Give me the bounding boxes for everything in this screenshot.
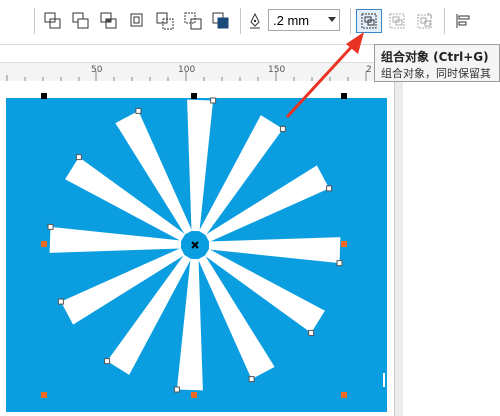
selection-handle[interactable]: [191, 392, 197, 398]
node-marker: [279, 125, 286, 132]
tooltip-description: 组合对象，同时保留其: [381, 67, 491, 80]
weld-button[interactable]: [40, 9, 66, 33]
tooltip-title: 组合对象 (Ctrl+G): [381, 50, 489, 64]
property-toolbar: .2 mm: [0, 0, 500, 45]
docker-panel: [403, 82, 500, 416]
node-marker: [75, 154, 82, 161]
ungroup-all-button[interactable]: [412, 9, 438, 33]
ruler-ticks: [6, 71, 385, 81]
toolbar-separator: [350, 8, 351, 34]
selection-handle[interactable]: [191, 93, 197, 99]
selection-handle[interactable]: [341, 93, 347, 99]
intersect-button[interactable]: [96, 9, 122, 33]
node-marker: [326, 185, 333, 192]
front-minus-back-icon: [156, 12, 174, 30]
simplify-button[interactable]: [124, 9, 150, 33]
front-minus-back-button[interactable]: [152, 9, 178, 33]
node-marker: [173, 386, 180, 393]
align-distribute-button[interactable]: [450, 9, 476, 33]
trim-icon: [72, 12, 89, 29]
vertical-scrollbar[interactable]: [394, 44, 403, 416]
edge-marker: [383, 373, 385, 387]
node-marker: [47, 223, 54, 230]
ungroup-all-icon: [417, 12, 433, 29]
ungroup-objects-button[interactable]: [384, 9, 410, 33]
weld-icon: [44, 12, 61, 29]
align-distribute-icon: [456, 14, 470, 28]
node-marker: [210, 97, 217, 104]
ruler-label: 2: [366, 65, 372, 75]
selection-handle[interactable]: [41, 241, 47, 247]
back-minus-front-button[interactable]: [180, 9, 206, 33]
ruler-label: 100: [178, 65, 196, 75]
group-objects-icon: [361, 13, 377, 29]
ruler-label: 50: [91, 65, 103, 75]
node-marker: [135, 107, 142, 114]
create-boundary-button[interactable]: [208, 9, 234, 33]
create-boundary-icon: [212, 12, 229, 29]
ruler-label: 150: [268, 65, 286, 75]
node-marker: [308, 329, 315, 336]
selection-handle[interactable]: [341, 241, 347, 247]
selection-handle[interactable]: [41, 392, 47, 398]
toolbar-separator: [240, 8, 241, 34]
outline-width-select[interactable]: .2 mm: [268, 9, 340, 31]
pen-nib-icon: [250, 12, 260, 29]
toolbar-separator: [444, 8, 445, 34]
group-objects-button[interactable]: [356, 9, 382, 33]
simplify-icon: [130, 13, 143, 27]
selection-handle[interactable]: [341, 392, 347, 398]
chevron-down-icon[interactable]: [325, 10, 339, 30]
outline-pen-button[interactable]: [244, 9, 266, 33]
selection-handle[interactable]: [41, 93, 47, 99]
horizontal-ruler[interactable]: 50 100 150 2: [0, 62, 394, 82]
intersect-icon: [100, 12, 117, 29]
node-marker: [248, 376, 255, 383]
node-marker: [336, 260, 343, 267]
node-marker: [57, 298, 64, 305]
outline-width-value: .2 mm: [273, 12, 310, 28]
drawing-layer: [6, 93, 387, 412]
ungroup-objects-icon: [389, 13, 405, 29]
trim-button[interactable]: [68, 9, 94, 33]
toolbar-separator: [34, 8, 35, 34]
tooltip: 组合对象 (Ctrl+G) 组合对象，同时保留其: [374, 44, 500, 82]
back-minus-front-icon: [184, 12, 202, 30]
node-marker: [104, 358, 111, 365]
